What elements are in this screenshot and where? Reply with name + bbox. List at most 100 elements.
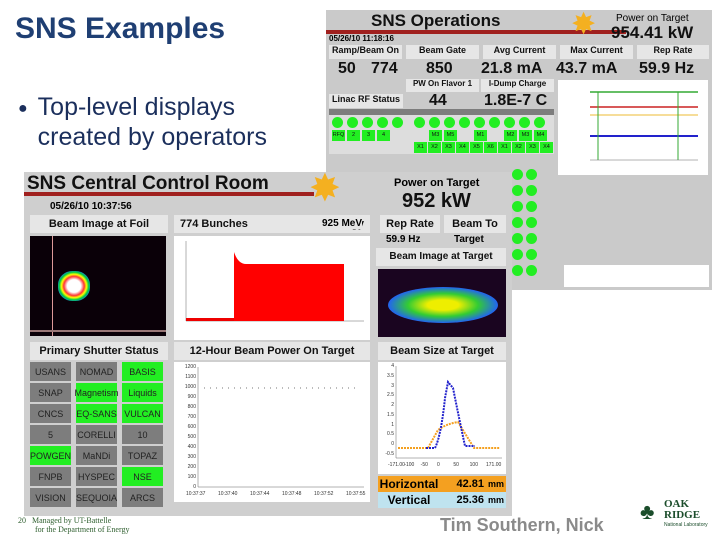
bunches-value: 774 Bunches xyxy=(180,218,248,230)
rf-status-light: X3 xyxy=(442,142,455,153)
starburst-icon: ✸ xyxy=(571,8,597,41)
shutter-liquids: Liquids xyxy=(122,383,163,402)
size-y-tick: 0 xyxy=(391,441,394,448)
power-x-tick: 10:37:55 xyxy=(346,491,366,497)
footer: 20 Managed by UT-Battelle for the Depart… xyxy=(18,516,130,534)
ops-label: Rep Rate xyxy=(637,45,709,59)
shutter-snap: SNAP xyxy=(30,383,71,402)
linac-label: Linac RF Status xyxy=(329,94,403,108)
rf-status-light: M3 xyxy=(429,130,442,141)
beam-to-value: Target xyxy=(454,234,484,245)
size-y-tick: 1.5 xyxy=(387,411,394,418)
current-plot xyxy=(185,241,364,322)
power-chart-label: 12-Hour Beam Power On Target xyxy=(174,342,370,360)
foil-label: Beam Image at Foil xyxy=(30,215,168,233)
ops-value: 774 xyxy=(371,60,398,77)
size-x-tick: 171.00 xyxy=(486,462,502,468)
power-y-tick: 100 xyxy=(187,474,196,480)
shutter-corelli: CORELLI xyxy=(76,425,117,444)
size-y-tick: 2 xyxy=(391,402,394,409)
shutter-magnetism: Magnetism xyxy=(75,383,119,402)
shutter-eq-sans: EQ-SANS xyxy=(76,404,117,423)
beam-size-chart: 4 3.5 3 2.5 2 1.5 1 0.5 0 -0.5 -171.00 -100 -50 0 50 10… xyxy=(378,362,506,474)
shutter-nomad: NOMAD xyxy=(76,362,117,381)
size-y-tick: -0.5 xyxy=(385,451,394,457)
power-y-tick: 600 xyxy=(187,424,196,430)
size-y-tick: 4 xyxy=(391,363,394,369)
rf-status-grid: RFQ 2 3 4 M3 M5 M1 M2 M3 M4 X1 X2 X3 X4 X5 X6 X1 X2 X3 X4 xyxy=(329,109,554,154)
rf-status-light: M3 xyxy=(519,130,532,141)
size-x-tick: -100 xyxy=(404,462,415,468)
rf-status-light: X1 xyxy=(414,142,427,153)
beam-size-plot xyxy=(395,366,502,459)
beam-to-label: Beam To xyxy=(444,215,506,233)
vertical-row: Vertical 25.36 mm xyxy=(378,492,506,508)
rf-status-light: 4 xyxy=(377,130,390,141)
power-x-tick: 10:37:40 xyxy=(218,491,238,497)
ops-label: Ramp/Beam On xyxy=(329,45,402,59)
power-y-tick: 300 xyxy=(187,454,196,460)
ops-label: Avg Current xyxy=(483,45,556,59)
foil-current-chart xyxy=(174,236,370,340)
power-y-tick: 0 xyxy=(193,484,196,490)
rf-status-light: RFQ xyxy=(332,130,345,141)
ops-chart-legend xyxy=(564,265,709,287)
target-image-label: Beam Image at Target xyxy=(376,248,506,266)
shutter-basis: BASIS xyxy=(122,362,163,381)
shutter-label: Primary Shutter Status xyxy=(30,342,168,360)
power-y-tick: 700 xyxy=(187,414,196,420)
power-y-tick: 1000 xyxy=(184,384,196,390)
bullet-item: ● Top-level displays created by operators xyxy=(18,93,267,151)
foil-image xyxy=(30,236,166,336)
rf-status-light: M4 xyxy=(534,130,547,141)
power-y-tick: 1100 xyxy=(185,374,196,380)
ccr-screen: SNS Central Control Room ✸ 05/26/10 10:3… xyxy=(24,168,512,516)
beam-size-label: Beam Size at Target xyxy=(378,342,506,360)
bullet-icon: ● xyxy=(18,100,28,117)
power-y-tick: 1200 xyxy=(184,364,196,370)
shutter-topaz: TOPAZ xyxy=(122,446,163,465)
size-y-tick: 3.5 xyxy=(387,372,394,379)
size-x-tick: 50 xyxy=(453,462,459,468)
pw-label: PW On Flavor 1 xyxy=(406,79,479,92)
rf-status-light: M5 xyxy=(444,130,457,141)
starburst-icon: ✸ xyxy=(309,168,341,210)
ops-timestamp: 05/26/10 11:18:16 xyxy=(329,34,394,43)
shutter-vulcan: VULCAN xyxy=(122,404,163,423)
rf-status-light: X2 xyxy=(512,142,525,153)
shutter-vision: VISION xyxy=(30,488,71,507)
horizontal-value: 42.81 xyxy=(456,478,484,490)
vertical-label: Vertical xyxy=(387,493,431,507)
idump-value: 1.8E-7 C xyxy=(484,92,548,109)
shutter-fnpb: FNPB xyxy=(30,467,71,486)
size-y-tick: 3 xyxy=(391,382,394,389)
size-y-tick: 0.5 xyxy=(387,431,394,438)
rf-status-light: X3 xyxy=(526,142,539,153)
ops-value: 59.9 Hz xyxy=(639,60,695,77)
slide-title: SNS Examples xyxy=(15,12,226,45)
power-plot xyxy=(197,367,364,488)
ops-label: Max Current xyxy=(560,45,633,59)
shutter-5: 5 xyxy=(30,425,71,444)
size-x-tick: -171.00 xyxy=(388,462,405,468)
power-y-tick: 500 xyxy=(187,434,196,440)
rf-status-light: 3 xyxy=(362,130,375,141)
power-x-tick: 10:37:44 xyxy=(250,491,270,497)
power-x-tick: 10:37:52 xyxy=(314,491,334,497)
rep-rate-label: Rep Rate xyxy=(380,215,440,233)
size-y-tick: 2.5 xyxy=(387,392,394,399)
ops-label: Beam Gate xyxy=(406,45,479,59)
ccr-power-label: Power on Target xyxy=(394,177,480,189)
horizontal-label: Horizontal xyxy=(379,477,439,491)
shutter-sequoia: SEQUOIA xyxy=(76,488,117,507)
power-x-tick: 10:37:48 xyxy=(282,491,302,497)
ops-value: 21.8 mA xyxy=(481,60,543,77)
rf-status-light: M1 xyxy=(474,130,487,141)
ops-power-value: 954.41 kW xyxy=(611,23,694,42)
shutter-grid: USANS NOMAD BASIS SNAP Magnetism Liquids CNCS E… xyxy=(30,362,170,508)
ops-value: 43.7 mA xyxy=(556,60,618,77)
ops-current-chart xyxy=(558,80,708,175)
size-x-tick: 0 xyxy=(437,462,440,468)
size-x-tick: -50 xyxy=(420,462,428,468)
ops-value: 850 xyxy=(426,60,453,77)
